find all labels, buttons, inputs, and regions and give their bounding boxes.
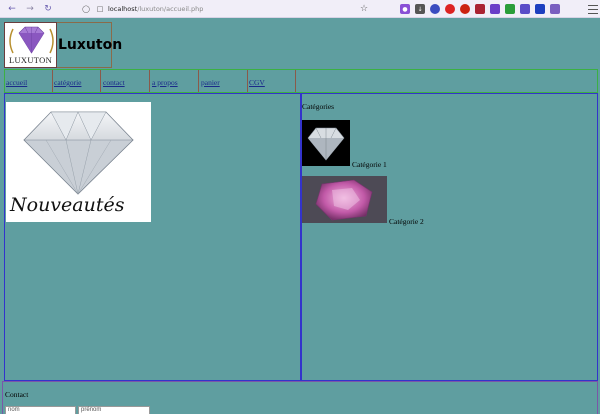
main-nav: accueil catégorie contact a propos panie… xyxy=(4,69,598,93)
extension-purple-icon[interactable] xyxy=(490,4,500,14)
nom-field[interactable]: nom xyxy=(5,406,76,414)
page-icon: □ xyxy=(96,5,104,13)
shield-icon[interactable]: ◯ xyxy=(80,5,92,13)
site-title-box: Luxuton xyxy=(57,22,122,68)
extension-violet-icon[interactable] xyxy=(520,4,530,14)
nav-link-cgv[interactable]: CGV xyxy=(249,78,265,87)
category-2-image[interactable] xyxy=(302,176,387,223)
category-1-label[interactable]: Catégorie 1 xyxy=(352,160,387,169)
nav-item-accueil: accueil xyxy=(5,70,53,92)
nouveautes-banner[interactable]: Nouveautés xyxy=(6,102,151,222)
nav-item-categorie: catégorie xyxy=(53,70,101,92)
site-title: Luxuton xyxy=(58,37,123,53)
nav-link-accueil[interactable]: accueil xyxy=(6,78,27,87)
site-logo[interactable]: LUXUTON xyxy=(4,22,57,68)
extension-lilac-icon[interactable] xyxy=(550,4,560,14)
category-2-label[interactable]: Catégorie 2 xyxy=(389,217,424,226)
prenom-field[interactable]: prénom xyxy=(78,406,150,414)
hamburger-menu-icon[interactable] xyxy=(588,3,598,15)
address-bar[interactable]: ◯ □ localhost/luxuton/accueil.php xyxy=(80,2,380,16)
nav-link-categorie[interactable]: catégorie xyxy=(54,78,81,87)
extension-red-icon[interactable] xyxy=(445,4,455,14)
extension-blue-icon[interactable] xyxy=(430,4,440,14)
extension-stop-icon[interactable] xyxy=(460,4,470,14)
download-icon[interactable]: ↓ xyxy=(415,4,425,14)
url-path: /luxuton/accueil.php xyxy=(137,5,204,13)
nav-link-a-propos[interactable]: a propos xyxy=(152,78,178,87)
url-host: localhost xyxy=(108,5,138,13)
categories-panel: Catégories Catégorie 1 Catégorie 2 xyxy=(301,93,598,381)
nav-link-contact[interactable]: contact xyxy=(103,78,125,87)
extension-badge-icon[interactable] xyxy=(475,4,485,14)
extension-navy-icon[interactable] xyxy=(535,4,545,14)
browser-toolbar: ← → ↻ ◯ □ localhost/luxuton/accueil.php … xyxy=(0,0,600,18)
contact-footer: Contact nom prénom xyxy=(2,381,598,414)
diamond-thumbnail-icon xyxy=(307,127,345,161)
pink-gem-icon xyxy=(302,176,387,223)
diamond-image-icon xyxy=(23,111,134,195)
diamond-logo-icon xyxy=(9,26,54,54)
contact-heading: Contact xyxy=(5,390,29,399)
forward-arrow-icon[interactable]: → xyxy=(22,1,38,17)
category-1-image[interactable] xyxy=(302,120,350,166)
pocket-icon[interactable]: ● xyxy=(400,4,410,14)
reload-icon[interactable]: ↻ xyxy=(40,1,56,17)
nav-item-a-propos: a propos xyxy=(151,70,199,92)
nouveautes-text: Nouveautés xyxy=(10,194,125,216)
extension-green-icon[interactable] xyxy=(505,4,515,14)
nav-item-contact: contact xyxy=(102,70,150,92)
extensions-bar: ● ↓ xyxy=(400,3,560,15)
nav-link-panier[interactable]: panier xyxy=(201,78,220,87)
categories-heading: Catégories xyxy=(302,102,335,111)
back-arrow-icon[interactable]: ← xyxy=(4,1,20,17)
featured-panel: Nouveautés xyxy=(4,93,301,381)
nav-item-panier: panier xyxy=(200,70,248,92)
nav-item-cgv: CGV xyxy=(248,70,296,92)
bookmark-star-icon[interactable]: ☆ xyxy=(358,2,370,16)
logo-text: LUXUTON xyxy=(8,55,53,65)
